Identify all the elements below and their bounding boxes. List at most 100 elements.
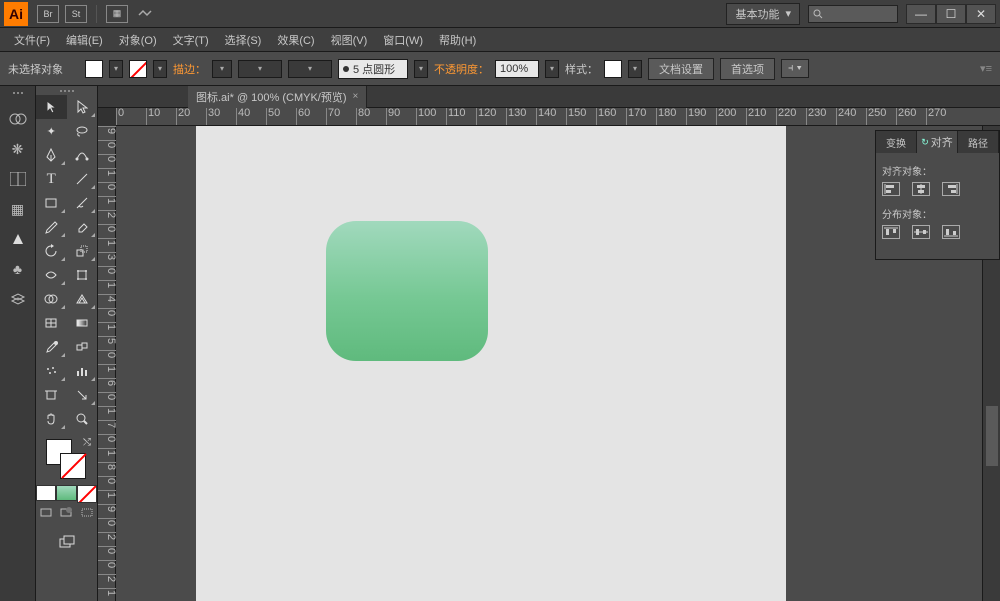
bridge-icon[interactable]: Br bbox=[37, 5, 59, 23]
menu-type[interactable]: 文字(T) bbox=[165, 29, 217, 51]
draw-inside[interactable] bbox=[77, 501, 97, 523]
swap-arrow-icon[interactable]: ⤭ bbox=[83, 437, 91, 448]
stroke-dropdown[interactable] bbox=[153, 60, 167, 78]
layers-panel-icon[interactable] bbox=[7, 290, 29, 308]
tab-transform[interactable]: 变换 bbox=[876, 131, 917, 153]
symbol-sprayer-tool[interactable] bbox=[36, 359, 67, 383]
menu-window[interactable]: 窗口(W) bbox=[375, 29, 431, 51]
color-mode-gradient[interactable] bbox=[56, 485, 76, 501]
scale-tool[interactable] bbox=[67, 239, 98, 263]
fill-swatch[interactable] bbox=[85, 60, 103, 78]
menu-edit[interactable]: 编辑(E) bbox=[58, 29, 111, 51]
maximize-button[interactable]: ☐ bbox=[936, 4, 966, 24]
rotate-tool[interactable] bbox=[36, 239, 67, 263]
opacity-dd[interactable] bbox=[545, 60, 559, 78]
document-tab[interactable]: 图标.ai* @ 100% (CMYK/预览) × bbox=[188, 86, 367, 108]
stroke-swatch[interactable] bbox=[129, 60, 147, 78]
magic-wand-tool[interactable]: ✦ bbox=[36, 119, 67, 143]
color-panel-icon[interactable] bbox=[7, 230, 29, 248]
perspective-grid-tool[interactable] bbox=[67, 287, 98, 311]
eraser-tool[interactable] bbox=[67, 215, 98, 239]
line-tool[interactable] bbox=[67, 167, 98, 191]
stroke-profile-dd[interactable] bbox=[414, 60, 428, 78]
artboard-tool[interactable] bbox=[36, 383, 67, 407]
stock-icon[interactable]: St bbox=[65, 5, 87, 23]
fill-dropdown[interactable] bbox=[109, 60, 123, 78]
style-swatch[interactable] bbox=[604, 60, 622, 78]
color-mode-solid[interactable] bbox=[36, 485, 56, 501]
search-input[interactable] bbox=[808, 5, 898, 23]
canvas[interactable] bbox=[116, 126, 982, 601]
strip-handle[interactable] bbox=[7, 92, 29, 98]
stroke-color-swatch[interactable] bbox=[60, 453, 86, 479]
stroke-profile-select[interactable]: 5 点圆形 bbox=[338, 59, 408, 79]
mesh-tool[interactable] bbox=[36, 311, 67, 335]
symbols-panel-icon[interactable]: ▦ bbox=[7, 200, 29, 218]
pen-tool[interactable] bbox=[36, 143, 67, 167]
gpu-icon[interactable] bbox=[134, 5, 156, 23]
pencil-tool[interactable] bbox=[36, 215, 67, 239]
rectangle-tool[interactable] bbox=[36, 191, 67, 215]
menu-effect[interactable]: 效果(C) bbox=[269, 29, 322, 51]
document-setup-button[interactable]: 文档设置 bbox=[648, 58, 714, 80]
menu-select[interactable]: 选择(S) bbox=[217, 29, 270, 51]
free-transform-tool[interactable] bbox=[67, 263, 98, 287]
shape-builder-tool[interactable] bbox=[36, 287, 67, 311]
align-left-icon[interactable] bbox=[882, 182, 900, 196]
menu-view[interactable]: 视图(V) bbox=[323, 29, 376, 51]
gradient-tool[interactable] bbox=[67, 311, 98, 335]
control-grip[interactable]: ▾≡ bbox=[980, 62, 992, 75]
minimize-button[interactable]: — bbox=[906, 4, 936, 24]
tools-grip[interactable] bbox=[36, 86, 97, 95]
selection-tool[interactable] bbox=[36, 95, 67, 119]
close-button[interactable]: ✕ bbox=[966, 4, 996, 24]
align-hcenter-icon[interactable] bbox=[912, 182, 930, 196]
rounded-rectangle-shape[interactable] bbox=[326, 221, 488, 361]
preferences-button[interactable]: 首选项 bbox=[720, 58, 775, 80]
curvature-tool[interactable] bbox=[67, 143, 98, 167]
close-tab-icon[interactable]: × bbox=[353, 91, 359, 102]
paintbrush-tool[interactable] bbox=[67, 191, 98, 215]
control-bar: 未选择对象 描边： 5 点圆形 不透明度： 100% 样式： 文档设置 首选项 … bbox=[0, 52, 1000, 86]
stroke-weight-dd[interactable] bbox=[212, 60, 232, 78]
blend-tool[interactable] bbox=[67, 335, 98, 359]
tab-align[interactable]: ↻对齐 bbox=[917, 131, 958, 153]
align-right-icon[interactable] bbox=[942, 182, 960, 196]
lasso-tool[interactable] bbox=[67, 119, 98, 143]
artboard[interactable] bbox=[196, 126, 786, 601]
style-dd[interactable] bbox=[628, 60, 642, 78]
draw-behind[interactable] bbox=[56, 501, 76, 523]
workspace-switcher[interactable]: 基本功能 ▾ bbox=[726, 3, 800, 25]
brushes-panel-icon[interactable]: ❋ bbox=[7, 140, 29, 158]
cc-libraries-icon[interactable] bbox=[7, 110, 29, 128]
distribute-top-icon[interactable] bbox=[882, 225, 900, 239]
draw-normal[interactable] bbox=[36, 501, 56, 523]
horizontal-ruler[interactable]: 0102030405060708090100110120130140150160… bbox=[116, 108, 1000, 126]
column-graph-tool[interactable] bbox=[67, 359, 98, 383]
swatches-panel-icon[interactable] bbox=[7, 170, 29, 188]
slice-tool[interactable] bbox=[67, 383, 98, 407]
fill-stroke-swap[interactable]: ⤭ bbox=[36, 431, 97, 485]
menu-file[interactable]: 文件(F) bbox=[6, 29, 58, 51]
brush-dd[interactable] bbox=[288, 60, 332, 78]
zoom-tool[interactable] bbox=[67, 407, 98, 431]
hand-tool[interactable] bbox=[36, 407, 67, 431]
arrange-docs-icon[interactable]: ▦ bbox=[106, 5, 128, 23]
menu-object[interactable]: 对象(O) bbox=[111, 29, 165, 51]
stroke-var-dd[interactable] bbox=[238, 60, 282, 78]
direct-selection-tool[interactable] bbox=[67, 95, 98, 119]
vertical-ruler[interactable]: 9001012013014015016017018019020021 bbox=[98, 126, 116, 601]
color-mode-none[interactable] bbox=[77, 485, 97, 503]
stroke-panel-icon[interactable]: ♣ bbox=[7, 260, 29, 278]
scrollbar-thumb[interactable] bbox=[986, 406, 998, 466]
menu-help[interactable]: 帮助(H) bbox=[431, 29, 484, 51]
distribute-vcenter-icon[interactable] bbox=[912, 225, 930, 239]
opacity-input[interactable]: 100% bbox=[495, 60, 539, 78]
screen-mode-button[interactable] bbox=[36, 531, 97, 553]
eyedropper-tool[interactable] bbox=[36, 335, 67, 359]
align-popup-button[interactable]: ⫞ ▾ bbox=[781, 59, 809, 78]
width-tool[interactable] bbox=[36, 263, 67, 287]
type-tool[interactable]: T bbox=[36, 167, 67, 191]
tab-pathfinder[interactable]: 路径 bbox=[958, 131, 999, 153]
distribute-bottom-icon[interactable] bbox=[942, 225, 960, 239]
